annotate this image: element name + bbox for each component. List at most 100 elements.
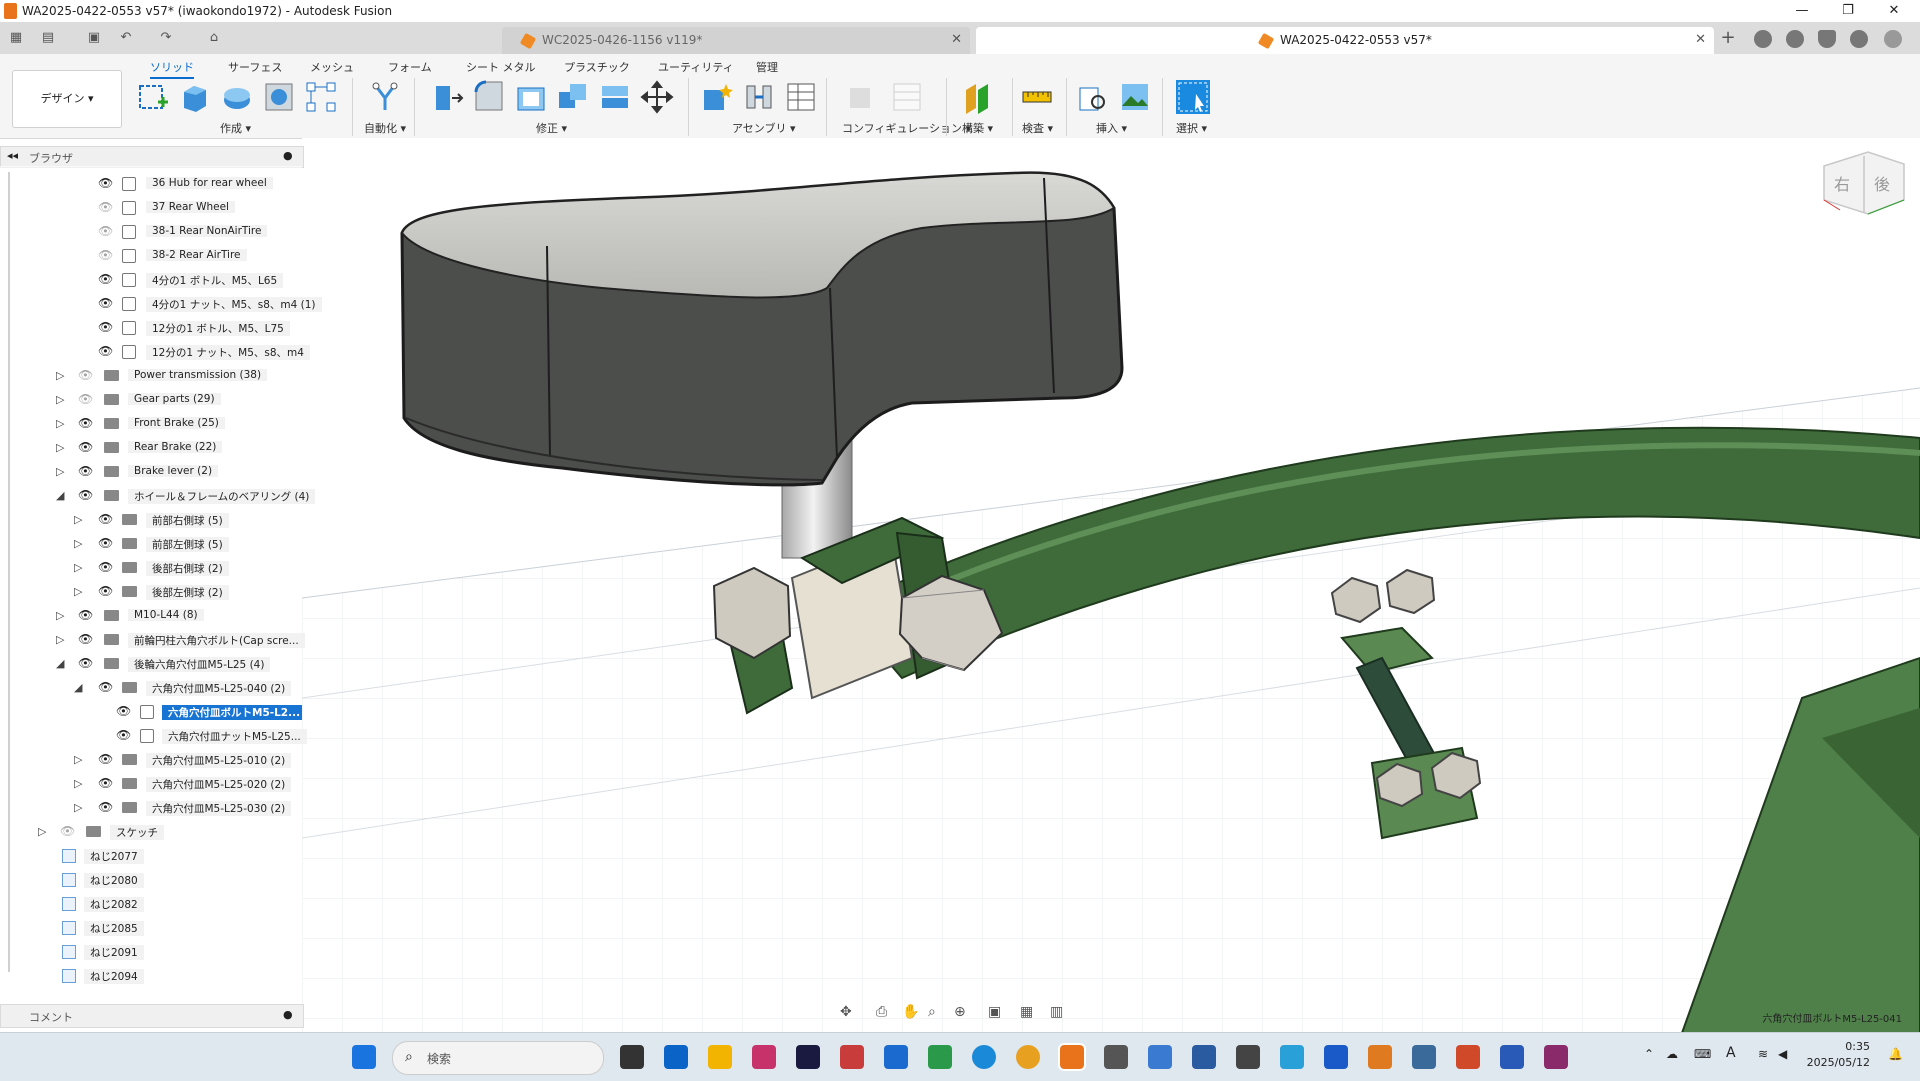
minimize-button[interactable]: — (1782, 2, 1822, 20)
look-at-icon[interactable]: ⎙ (876, 1004, 887, 1020)
eye-icon[interactable]: 👁 (78, 488, 93, 502)
maximize-button[interactable]: ❐ (1828, 2, 1868, 20)
fit-icon[interactable]: ⊕ (954, 1004, 966, 1020)
hole-icon[interactable] (262, 80, 296, 114)
add-comment-icon[interactable]: ● (283, 1008, 293, 1021)
eye-icon[interactable]: 👁 (98, 776, 113, 790)
help-icon[interactable] (1850, 30, 1868, 48)
eye-icon[interactable]: 👁 (78, 440, 93, 454)
file-explorer-icon[interactable] (708, 1045, 732, 1069)
expand-arrow-icon[interactable]: ▷ (74, 777, 82, 790)
app-icon[interactable] (1236, 1045, 1260, 1069)
notepad-icon[interactable] (1324, 1045, 1348, 1069)
eye-hidden-icon[interactable]: 👁 (98, 248, 113, 262)
undo-icon[interactable]: ↶ (118, 30, 134, 46)
fillet-icon[interactable] (472, 80, 506, 114)
eye-icon[interactable]: 👁 (98, 536, 113, 550)
collapse-panel-icon[interactable]: ◂◂ (7, 149, 18, 162)
select-group-label[interactable]: 選択 ▾ (1176, 120, 1207, 136)
offset-face-icon[interactable] (598, 80, 632, 114)
close-button[interactable]: ✕ (1874, 2, 1914, 20)
automate-icon[interactable] (368, 80, 402, 114)
3d-viewport[interactable]: 右 後 (302, 138, 1920, 1033)
extensions-icon[interactable] (1754, 30, 1772, 48)
revolve-icon[interactable] (220, 80, 254, 114)
configuration-table-icon[interactable] (890, 80, 924, 114)
press-pull-icon[interactable] (430, 80, 464, 114)
tab-solid[interactable]: ソリッド (150, 59, 194, 79)
extrude-icon[interactable] (178, 80, 212, 114)
windows-start-icon[interactable] (352, 1045, 376, 1069)
widgets-icon[interactable] (664, 1045, 688, 1069)
eye-hidden-icon[interactable]: 👁 (98, 200, 113, 214)
tab-form[interactable]: フォーム (388, 59, 432, 75)
expand-arrow-icon[interactable]: ▷ (74, 537, 82, 550)
expand-arrow-icon[interactable]: ▷ (74, 585, 82, 598)
expand-arrow-icon[interactable]: ▷ (56, 609, 64, 622)
workspace-design-dropdown[interactable]: デザイン ▾ (12, 70, 122, 128)
tab-sheet-metal[interactable]: シート メタル (466, 59, 536, 75)
close-tab-icon[interactable]: ✕ (951, 32, 962, 47)
eye-icon[interactable]: 👁 (98, 680, 113, 694)
word-icon[interactable] (1500, 1045, 1524, 1069)
collapse-arrow-icon[interactable]: ◢ (56, 657, 64, 670)
edge-browser-icon[interactable] (972, 1045, 996, 1069)
system-clock[interactable]: 0:35 2025/05/12 (1807, 1039, 1870, 1071)
settings-icon[interactable] (1104, 1045, 1128, 1069)
eye-icon[interactable]: 👁 (98, 800, 113, 814)
browser-panel-header[interactable]: ◂◂ ブラウザ ● (0, 146, 304, 168)
pan-icon[interactable]: ✋ (902, 1004, 919, 1020)
zoom-icon[interactable]: ⌕ (928, 1004, 936, 1020)
keyboard-icon[interactable]: ⌨ (1694, 1047, 1711, 1061)
eye-icon[interactable]: 👁 (98, 176, 113, 190)
wifi-icon[interactable]: ≋ (1758, 1047, 1768, 1061)
eye-hidden-icon[interactable]: 👁 (98, 224, 113, 238)
configure-icon[interactable] (846, 80, 880, 114)
home-icon[interactable]: ⌂ (206, 30, 222, 46)
app-icon[interactable] (796, 1045, 820, 1069)
app-icon[interactable] (752, 1045, 776, 1069)
file-menu-icon[interactable]: ▤ (40, 30, 56, 46)
app-icon[interactable] (928, 1045, 952, 1069)
taskbar-search-input[interactable]: ⌕ 検索 (392, 1041, 604, 1075)
powerpoint-icon[interactable] (1456, 1045, 1480, 1069)
fusion-taskbar-icon[interactable] (1058, 1043, 1086, 1071)
eye-icon[interactable]: 👁 (98, 320, 113, 334)
notifications-bell-icon[interactable] (1818, 30, 1836, 48)
expand-arrow-icon[interactable]: ▷ (56, 369, 64, 382)
expand-arrow-icon[interactable]: ▷ (74, 753, 82, 766)
eye-hidden-icon[interactable]: 👁 (78, 392, 93, 406)
tray-chevron-icon[interactable]: ⌃ (1644, 1047, 1654, 1061)
eye-icon[interactable]: 👁 (98, 344, 113, 358)
eye-icon[interactable]: 👁 (98, 560, 113, 574)
tab-manage[interactable]: 管理 (756, 59, 778, 75)
user-avatar[interactable] (1884, 30, 1902, 48)
expand-arrow-icon[interactable]: ▷ (56, 417, 64, 430)
apps-grid-icon[interactable]: ▦ (8, 30, 24, 46)
viewcube-right-label[interactable]: 右 (1834, 175, 1850, 194)
eye-icon[interactable]: 👁 (98, 296, 113, 310)
eye-icon[interactable]: 👁 (78, 656, 93, 670)
tab-surface[interactable]: サーフェス (228, 59, 282, 75)
app-icon[interactable] (1148, 1045, 1172, 1069)
display-settings-icon[interactable]: ▣ (988, 1004, 1001, 1020)
eye-icon[interactable]: 👁 (78, 632, 93, 646)
create-sketch-icon[interactable] (136, 80, 170, 114)
mail-icon[interactable] (884, 1045, 908, 1069)
job-status-icon[interactable] (1786, 30, 1804, 48)
tab-wa2025[interactable]: WA2025-0422-0553 v57* ✕ (976, 27, 1714, 54)
offset-plane-icon[interactable] (960, 80, 994, 114)
expand-arrow-icon[interactable]: ▷ (74, 801, 82, 814)
app-icon[interactable] (1280, 1045, 1304, 1069)
app-icon[interactable] (1192, 1045, 1216, 1069)
measure-icon[interactable] (1020, 80, 1054, 114)
assemble-group-label[interactable]: アセンブリ ▾ (732, 120, 795, 136)
orbit-icon[interactable]: ✥ (840, 1004, 852, 1020)
browser-panel-pin-icon[interactable]: ● (283, 149, 293, 162)
viewcube-back-label[interactable]: 後 (1874, 175, 1890, 194)
expand-arrow-icon[interactable]: ▷ (56, 633, 64, 646)
eye-hidden-icon[interactable]: 👁 (78, 368, 93, 382)
collapse-arrow-icon[interactable]: ◢ (74, 681, 82, 694)
network-share-icon[interactable]: ☁ (1666, 1047, 1678, 1061)
volume-icon[interactable]: ◀ (1778, 1047, 1787, 1061)
